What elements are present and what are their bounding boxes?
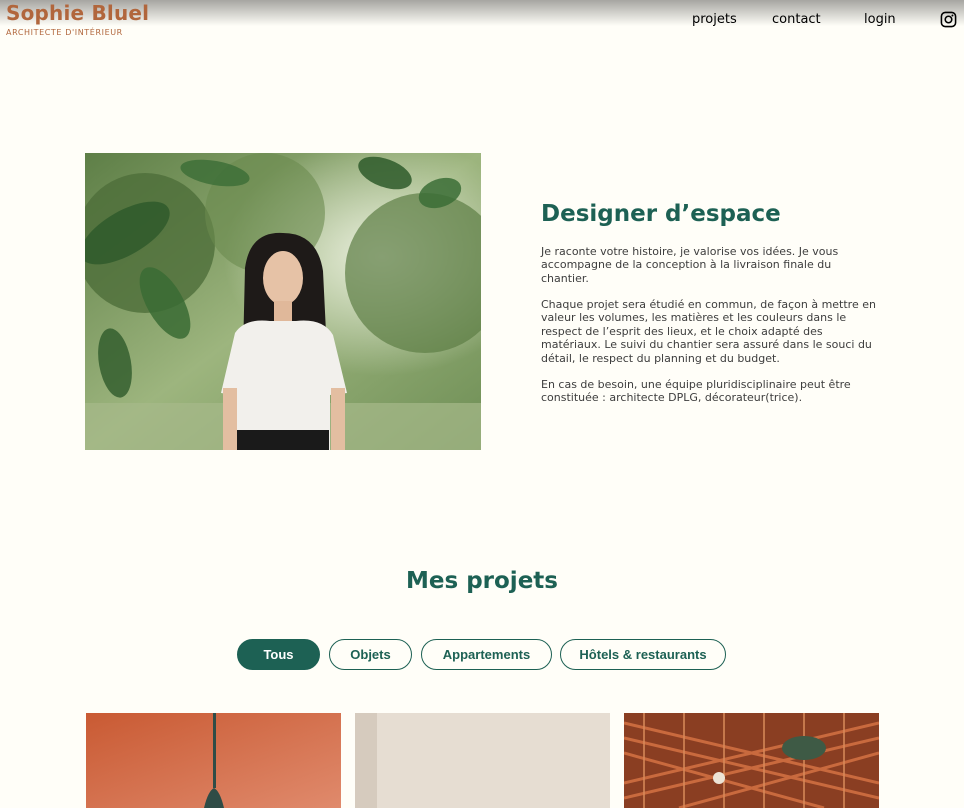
intro-title: Designer d’espace [541,201,781,227]
filter-button-objets[interactable]: Objets [329,639,412,670]
nav-link-projets[interactable]: projets [692,11,737,28]
nav-link-login[interactable]: login [864,11,896,28]
projects-title: Mes projets [406,568,558,594]
intro-paragraph-2: Chaque projet sera étudié en commun, de … [541,298,876,365]
site-header: Sophie Bluel ARCHITECTE D'INTÉRIEUR proj… [0,0,964,60]
project-card-image[interactable] [624,713,879,808]
filter-button-hotels-restaurants[interactable]: Hôtels & restaurants [560,639,726,670]
nav-link-contact[interactable]: contact [772,11,821,28]
project-card-image[interactable] [355,713,610,808]
main-nav: projets contact login [0,11,964,31]
project-card-image[interactable] [86,713,341,808]
intro-section: Designer d’espace Je raconte votre histo… [541,200,881,404]
instagram-icon[interactable] [940,11,957,28]
intro-paragraph-3: En cas de besoin, une équipe pluridiscip… [541,378,851,405]
filter-button-tous[interactable]: Tous [237,639,320,670]
intro-portrait-photo [85,153,481,450]
intro-paragraph-1: Je raconte votre histoire, je valorise v… [541,245,839,285]
filter-button-appartements[interactable]: Appartements [421,639,552,670]
